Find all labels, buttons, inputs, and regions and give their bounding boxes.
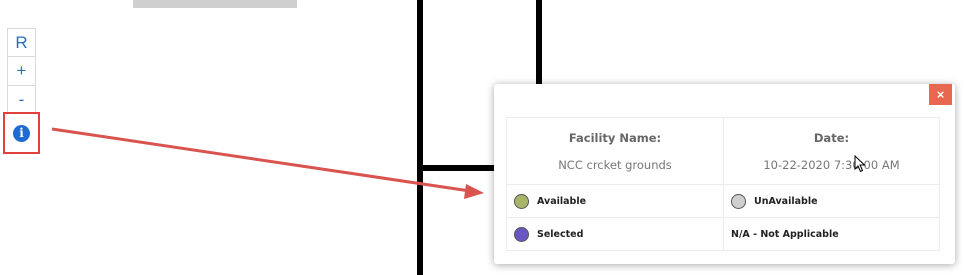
facility-info-modal: × Facility Name: NCC crcket grounds Date… [494,84,955,264]
wall-vertical-left [417,0,423,275]
legend-unavailable: UnAvailable [723,184,940,218]
selected-label: Selected [537,228,584,240]
top-bar [133,0,297,8]
zoom-out-button[interactable]: - [7,86,36,115]
selected-dot-icon [514,226,529,242]
legend-selected: Selected [506,217,724,251]
close-button[interactable]: × [929,84,952,105]
mouse-cursor-icon [854,155,866,173]
zoom-in-button[interactable]: + [7,57,36,86]
facility-cell: Facility Name: NCC crcket grounds [506,117,724,185]
facility-label: Facility Name: [568,130,662,145]
reset-button[interactable]: R [7,28,36,57]
info-icon: i [13,124,30,142]
facility-value: NCC crcket grounds [558,157,672,172]
info-button[interactable]: i [3,112,40,154]
available-dot-icon [514,193,529,209]
date-label: Date: [813,130,850,145]
zoom-controls: R + - [7,28,36,115]
unavailable-dot-icon [731,193,746,209]
legend-available: Available [506,184,724,218]
legend-not-applicable: N/A - Not Applicable [723,217,940,251]
unavailable-label: UnAvailable [754,195,818,207]
date-value: 10-22-2020 7:30:00 AM [763,157,900,172]
available-label: Available [537,195,587,207]
not-applicable-label: N/A - Not Applicable [731,228,839,240]
facility-info-table: Facility Name: NCC crcket grounds Date: … [506,117,940,251]
wall-horizontal [417,165,497,171]
date-cell: Date: 10-22-2020 7:30:00 AM [723,117,940,185]
